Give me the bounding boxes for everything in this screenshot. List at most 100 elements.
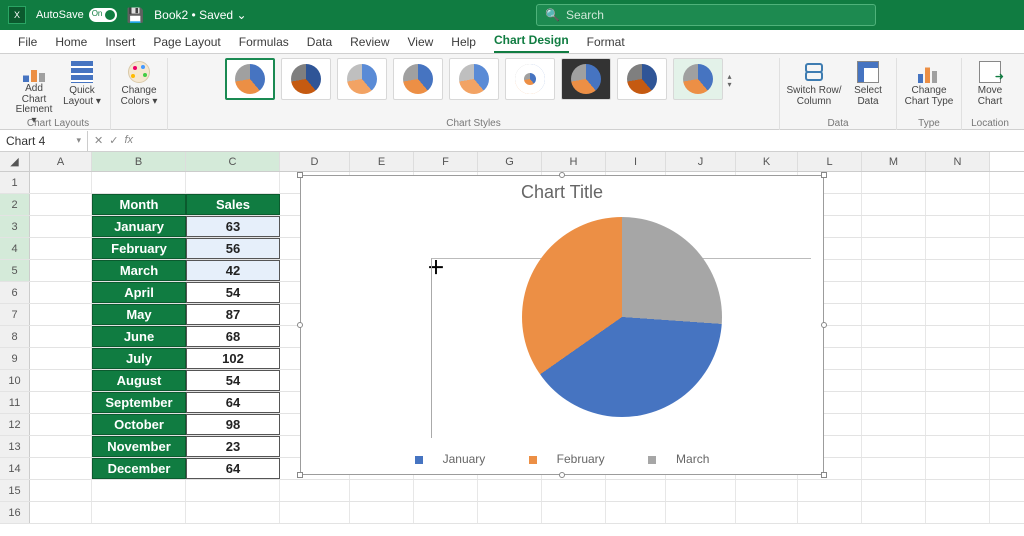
cell[interactable]: Month [92,194,186,215]
cell[interactable] [926,458,990,479]
cell[interactable] [350,502,414,523]
cell[interactable]: 102 [186,348,280,369]
cell[interactable] [926,348,990,369]
autosave-toggle[interactable]: AutoSave On [36,8,117,22]
cell[interactable] [862,370,926,391]
row-header[interactable]: 3 [0,216,30,237]
cell[interactable] [862,304,926,325]
row-header[interactable]: 4 [0,238,30,259]
resize-handle[interactable] [821,472,827,478]
tab-file[interactable]: File [18,31,37,53]
search-input[interactable]: 🔍 Search [536,4,876,26]
cell[interactable] [30,282,92,303]
tab-view[interactable]: View [408,31,434,53]
tab-home[interactable]: Home [55,31,87,53]
cell[interactable] [862,260,926,281]
tab-chart-design[interactable]: Chart Design [494,29,569,53]
chart-style-4[interactable] [393,58,443,100]
cell[interactable] [926,414,990,435]
resize-handle[interactable] [559,472,565,478]
pie-chart[interactable] [522,217,722,417]
move-chart-button[interactable]: Move Chart [968,58,1012,112]
cell[interactable] [30,480,92,501]
cell[interactable] [926,392,990,413]
cell[interactable]: January [92,216,186,237]
row-header[interactable]: 9 [0,348,30,369]
resize-handle[interactable] [297,322,303,328]
cell[interactable] [666,480,736,501]
cell[interactable] [30,194,92,215]
col-header-J[interactable]: J [666,152,736,171]
cell[interactable] [862,326,926,347]
cell[interactable]: 42 [186,260,280,281]
chart-object[interactable]: Chart Title ＋ January February March [300,175,824,475]
tab-page-layout[interactable]: Page Layout [153,31,220,53]
cell[interactable] [30,304,92,325]
plot-area[interactable] [431,258,811,438]
cell[interactable] [30,238,92,259]
chart-style-7[interactable] [561,58,611,100]
resize-handle[interactable] [821,172,827,178]
cell[interactable] [30,326,92,347]
cell[interactable] [92,172,186,193]
cell[interactable]: February [92,238,186,259]
cell[interactable] [478,502,542,523]
cell[interactable] [606,480,666,501]
cell[interactable]: March [92,260,186,281]
chart-style-9[interactable] [673,58,723,100]
cell[interactable] [30,392,92,413]
cell[interactable] [926,370,990,391]
document-name[interactable]: Book2 Saved ⌄ [154,8,246,22]
tab-review[interactable]: Review [350,31,389,53]
tab-format[interactable]: Format [587,31,625,53]
col-header-E[interactable]: E [350,152,414,171]
cell[interactable] [926,480,990,501]
legend-item[interactable]: January [405,452,496,466]
cell[interactable] [862,172,926,193]
tab-data[interactable]: Data [307,31,332,53]
row-header[interactable]: 14 [0,458,30,479]
cell[interactable]: May [92,304,186,325]
cell[interactable] [478,480,542,501]
cell[interactable]: 63 [186,216,280,237]
row-header[interactable]: 6 [0,282,30,303]
cell[interactable] [542,480,606,501]
tab-help[interactable]: Help [451,31,476,53]
cell[interactable]: November [92,436,186,457]
col-header-G[interactable]: G [478,152,542,171]
style-gallery-expand[interactable]: ▴▾ [725,72,735,86]
cell[interactable] [862,238,926,259]
fx-icon[interactable]: fx [124,134,133,147]
cell[interactable] [926,172,990,193]
row-header[interactable]: 16 [0,502,30,523]
resize-handle[interactable] [297,472,303,478]
cell[interactable] [926,436,990,457]
row-header[interactable]: 12 [0,414,30,435]
spreadsheet-grid[interactable]: ◢ A B C D E F G H I J K L M N 12MonthSal… [0,152,1024,536]
cell[interactable]: Sales [186,194,280,215]
cell[interactable] [926,260,990,281]
cell[interactable] [862,282,926,303]
cell[interactable]: 56 [186,238,280,259]
col-header-H[interactable]: H [542,152,606,171]
change-colors-button[interactable]: Change Colors ▾ [117,58,161,112]
cell[interactable]: October [92,414,186,435]
cell[interactable] [926,238,990,259]
cell[interactable]: April [92,282,186,303]
row-header[interactable]: 11 [0,392,30,413]
cell[interactable] [736,502,798,523]
chart-style-6[interactable] [505,58,555,100]
cell[interactable] [926,216,990,237]
cell[interactable] [862,348,926,369]
cell[interactable] [798,502,862,523]
cell[interactable] [186,172,280,193]
cell[interactable] [862,414,926,435]
resize-handle[interactable] [821,322,827,328]
row-header[interactable]: 8 [0,326,30,347]
tab-formulas[interactable]: Formulas [239,31,289,53]
col-header-B[interactable]: B [92,152,186,171]
row-header[interactable]: 15 [0,480,30,501]
cell[interactable] [862,194,926,215]
chart-style-2[interactable] [281,58,331,100]
cell[interactable] [542,502,606,523]
